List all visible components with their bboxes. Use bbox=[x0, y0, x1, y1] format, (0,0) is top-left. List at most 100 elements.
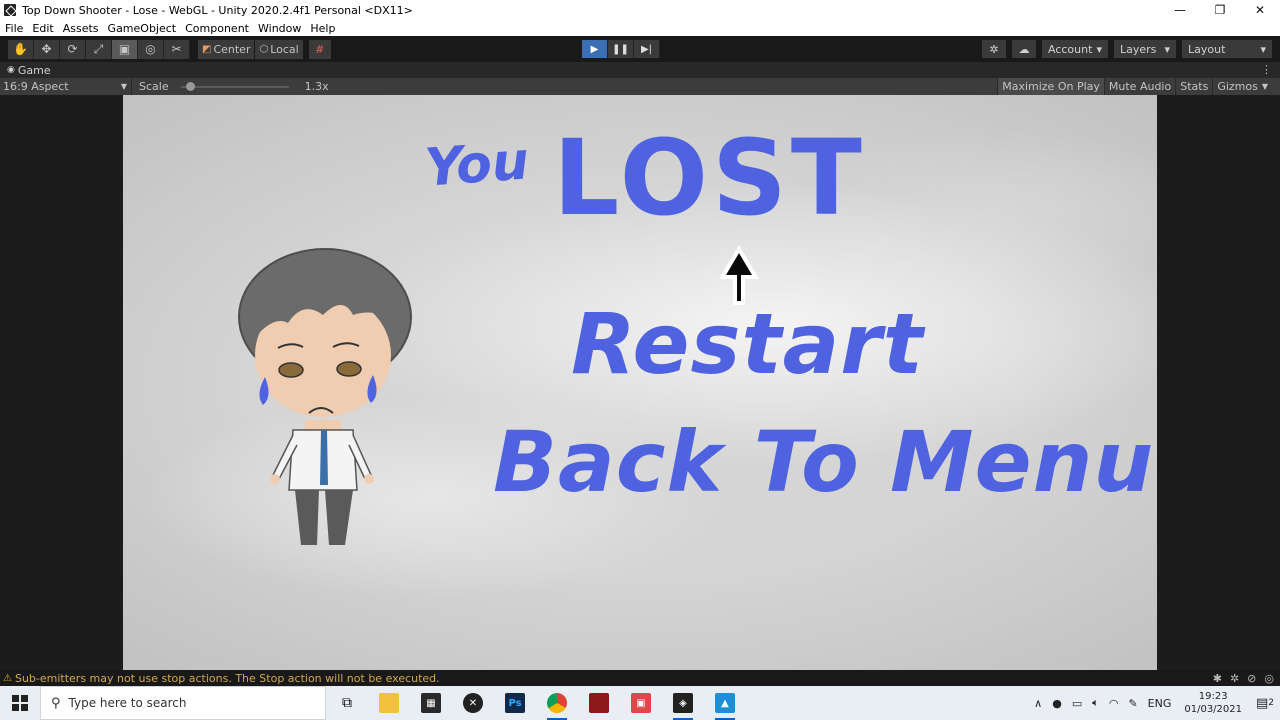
bug-icon[interactable]: ✱ bbox=[1213, 672, 1222, 685]
unity-app-icon bbox=[4, 4, 16, 16]
red-app-icon[interactable] bbox=[578, 686, 620, 720]
windows-start-icon[interactable] bbox=[0, 686, 40, 720]
pause-icon[interactable]: ❚❚ bbox=[608, 40, 634, 58]
pivot-rotation-button[interactable]: ⬡ Local bbox=[255, 39, 303, 59]
maximize-on-play-toggle[interactable]: Maximize On Play bbox=[997, 78, 1104, 95]
chevron-down-icon: ▼ bbox=[120, 82, 127, 91]
slider-track bbox=[180, 86, 289, 88]
pivot-mode-label: Center bbox=[213, 42, 251, 56]
aspect-label: 16:9 Aspect bbox=[3, 80, 69, 93]
search-placeholder: Type here to search bbox=[68, 696, 187, 710]
game-screen: You LOST Restart Back To Menu bbox=[123, 95, 1157, 670]
xbox-icon[interactable]: ✕ bbox=[452, 686, 494, 720]
status-icons: ✱ ✲ ⊘ ◎ bbox=[1205, 670, 1274, 686]
step-icon[interactable]: ▶| bbox=[634, 40, 660, 58]
notifications-icon[interactable]: ▤ 2 bbox=[1250, 686, 1280, 720]
crying-character bbox=[238, 248, 412, 545]
account-label: Account bbox=[1048, 42, 1093, 56]
layers-label: Layers bbox=[1120, 42, 1157, 56]
gizmos-dropdown[interactable]: Gizmos ▼ bbox=[1212, 78, 1272, 95]
you-text: You bbox=[423, 131, 531, 199]
menu-edit[interactable]: Edit bbox=[27, 22, 57, 35]
menu-help[interactable]: Help bbox=[305, 22, 339, 35]
language-indicator[interactable]: ENG bbox=[1148, 697, 1172, 710]
gizmos-label: Gizmos bbox=[1217, 80, 1258, 93]
chrome-icon[interactable] bbox=[536, 686, 578, 720]
cloud-icon[interactable]: ☁ bbox=[1012, 40, 1036, 58]
layout-dropdown[interactable]: Layout ▾ bbox=[1182, 40, 1272, 58]
layout-label: Layout bbox=[1188, 42, 1226, 56]
bake-icon[interactable]: ⊘ bbox=[1247, 672, 1256, 685]
chevron-down-icon: ▾ bbox=[1260, 42, 1266, 56]
custom-tool-icon[interactable]: ✂ bbox=[164, 39, 190, 59]
check-icon[interactable]: ◎ bbox=[1264, 672, 1274, 685]
pen-icon[interactable]: ✎ bbox=[1128, 697, 1137, 710]
layers-dropdown[interactable]: Layers ▾ bbox=[1114, 40, 1176, 58]
play-icon[interactable]: ▶ bbox=[582, 40, 608, 58]
search-icon: ⚲ bbox=[51, 695, 61, 711]
file-explorer-icon[interactable] bbox=[368, 686, 410, 720]
restore-button[interactable]: ❐ bbox=[1200, 0, 1240, 20]
grid-snap-icon[interactable]: # bbox=[308, 39, 331, 59]
collab-icon[interactable]: ✲ bbox=[982, 40, 1006, 58]
wifi-icon[interactable]: ◠ bbox=[1109, 697, 1119, 710]
pivot-mode-button[interactable]: ◩ Center bbox=[198, 39, 255, 59]
aspect-dropdown[interactable]: 16:9 Aspect ▼ bbox=[0, 78, 132, 95]
menu-assets[interactable]: Assets bbox=[58, 22, 103, 35]
game-view-options: Maximize On Play Mute Audio Stats Gizmos… bbox=[997, 78, 1272, 95]
window-title: Top Down Shooter - Lose - WebGL - Unity … bbox=[22, 3, 413, 17]
photos-icon[interactable]: ▲ bbox=[704, 686, 746, 720]
taskbar-search[interactable]: ⚲ Type here to search bbox=[40, 686, 326, 720]
stats-toggle[interactable]: Stats bbox=[1175, 78, 1212, 95]
rect-tool-icon[interactable]: ▣ bbox=[112, 39, 138, 59]
hand-tool-icon[interactable]: ✋ bbox=[8, 39, 34, 59]
status-message: Sub-emitters may not use stop actions. T… bbox=[14, 671, 440, 685]
tab-game-label: Game bbox=[17, 63, 51, 77]
menu-gameobject[interactable]: GameObject bbox=[103, 22, 181, 35]
chevron-down-icon: ▼ bbox=[1261, 82, 1268, 91]
window-title-bar: Top Down Shooter - Lose - WebGL - Unity … bbox=[0, 0, 1280, 20]
kebab-menu-icon[interactable]: ⋮ bbox=[1261, 63, 1272, 76]
system-tray: ∧ ● ▭ 🔈︎ ◠ ✎ ENG 19:23 01/03/2021 ▤ 2 bbox=[1029, 686, 1280, 720]
windows-taskbar: ⚲ Type here to search ⧉ ▦ ✕ Ps ▣ ◈ ▲ ∧ ●… bbox=[0, 686, 1280, 720]
task-view-icon[interactable]: ⧉ bbox=[326, 686, 368, 720]
toolbar-right: ✲ ☁ Account ▾ Layers ▾ Layout ▾ bbox=[976, 40, 1272, 58]
lost-title: LOST bbox=[553, 117, 866, 239]
menu-file[interactable]: File bbox=[0, 22, 27, 35]
photoshop-icon[interactable]: Ps bbox=[494, 686, 536, 720]
slider-knob[interactable] bbox=[185, 82, 195, 91]
battery-icon[interactable]: ▭ bbox=[1072, 697, 1082, 710]
scale-value: 1.3x bbox=[304, 80, 329, 93]
transform-tools: ✋ ✥ ⟳ ⤢ ▣ ◎ ✂ bbox=[8, 39, 190, 59]
scale-slider[interactable] bbox=[175, 78, 295, 95]
close-button[interactable]: ✕ bbox=[1240, 0, 1280, 20]
microsoft-store-icon[interactable]: ▦ bbox=[410, 686, 452, 720]
gamepad-icon: ◉ bbox=[7, 65, 15, 75]
antivirus-icon[interactable]: ● bbox=[1052, 697, 1062, 710]
game-app-icon[interactable]: ▣ bbox=[620, 686, 662, 720]
move-tool-icon[interactable]: ✥ bbox=[34, 39, 60, 59]
tab-game[interactable]: ◉ Game bbox=[0, 64, 51, 77]
menu-window[interactable]: Window bbox=[253, 22, 305, 35]
pivot-rotation-label: Local bbox=[270, 42, 299, 56]
chevron-down-icon: ▾ bbox=[1164, 42, 1170, 56]
pivot-local-icon: ⬡ bbox=[259, 43, 269, 55]
account-dropdown[interactable]: Account ▾ bbox=[1042, 40, 1108, 58]
debug-icon[interactable]: ✲ bbox=[1230, 672, 1239, 685]
clock[interactable]: 19:23 01/03/2021 bbox=[1184, 690, 1242, 716]
menu-bar: File Edit Assets GameObject Component Wi… bbox=[0, 20, 1280, 36]
unity-icon[interactable]: ◈ bbox=[662, 686, 704, 720]
scale-tool-icon[interactable]: ⤢ bbox=[86, 39, 112, 59]
playback-controls: ▶ ❚❚ ▶| bbox=[582, 40, 660, 58]
volume-mute-icon[interactable]: 🔈︎ bbox=[1092, 696, 1099, 710]
chevron-up-icon[interactable]: ∧ bbox=[1034, 697, 1042, 710]
console-status-bar[interactable]: ⚠ Sub-emitters may not use stop actions.… bbox=[0, 670, 1280, 686]
mute-audio-toggle[interactable]: Mute Audio bbox=[1103, 78, 1175, 95]
minimize-button[interactable]: — bbox=[1160, 0, 1200, 20]
back-to-menu-button[interactable]: Back To Menu bbox=[493, 413, 1154, 511]
menu-component[interactable]: Component bbox=[180, 22, 253, 35]
main-toolbar: ✋ ✥ ⟳ ⤢ ▣ ◎ ✂ ◩ Center ⬡ Local # ▶ ❚❚ ▶|… bbox=[0, 36, 1280, 62]
transform-tool-icon[interactable]: ◎ bbox=[138, 39, 164, 59]
rotate-tool-icon[interactable]: ⟳ bbox=[60, 39, 86, 59]
chevron-down-icon: ▾ bbox=[1096, 42, 1102, 56]
